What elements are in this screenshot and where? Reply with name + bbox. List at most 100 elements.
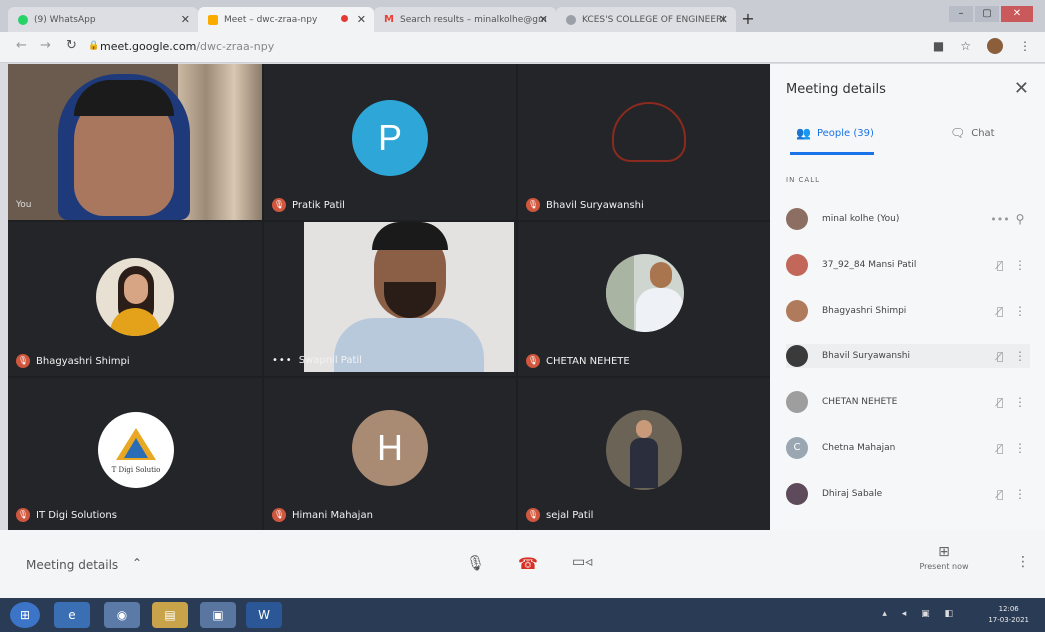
participant-name: 🎙 CHETAN NEHETE: [526, 354, 630, 368]
chevron-up-icon[interactable]: ⌃: [132, 556, 142, 570]
more-options-icon[interactable]: •••: [990, 213, 1010, 226]
photo-background: [606, 254, 634, 332]
tab-chat[interactable]: 🗨 Chat: [950, 126, 995, 140]
tile-himani-mahajan[interactable]: H 🎙 Himani Mahajan: [264, 378, 516, 530]
close-window-button[interactable]: ✕: [1001, 6, 1033, 22]
close-tab-icon[interactable]: ✕: [539, 13, 548, 26]
start-button[interactable]: ⊞: [10, 602, 40, 628]
participant-row[interactable]: Bhavil Suryawanshi 🎙̸ ⋮: [786, 344, 1030, 368]
company-logo: T Digi Solutio: [98, 412, 174, 488]
tab-college[interactable]: KCES'S COLLEGE OF ENGINEERI ✕: [556, 7, 736, 32]
more-options-icon[interactable]: •••: [272, 355, 293, 366]
forward-icon[interactable]: →: [40, 38, 51, 53]
participant-avatar: [786, 300, 808, 322]
participant-name: 🎙 IT Digi Solutions: [16, 508, 117, 522]
logo-inner-triangle: [124, 438, 148, 458]
mic-off-icon: 🎙̸: [996, 258, 1004, 272]
tile-it-digi-solutions[interactable]: T Digi Solutio 🎙 IT Digi Solutions: [8, 378, 262, 530]
meeting-details-button[interactable]: Meeting details: [26, 558, 118, 572]
mic-off-icon: 🎙̸: [996, 441, 1004, 455]
more-vert-icon[interactable]: ⋮: [1010, 349, 1030, 363]
pin-icon[interactable]: ⚲: [1010, 212, 1030, 226]
maximize-button[interactable]: ▢: [975, 6, 999, 22]
participant-row[interactable]: CHETAN NEHETE 🎙̸ ⋮: [786, 390, 1030, 414]
participant-row-name: Bhavil Suryawanshi: [822, 351, 911, 361]
chrome-icon[interactable]: ◉: [104, 602, 140, 628]
mic-off-icon: 🎙̸: [996, 304, 1004, 318]
tile-chetan-nehete[interactable]: 🎙 CHETAN NEHETE: [518, 222, 770, 376]
speaker-hair: [372, 222, 448, 250]
tab-title: KCES'S COLLEGE OF ENGINEERI: [582, 14, 725, 25]
meeting-control-bar: Meeting details ⌃ 🎙 ☎ ▭◃ ⊞ Present now ⋮: [0, 530, 1045, 598]
participant-row-name: Chetna Mahajan: [822, 443, 896, 453]
file-explorer-icon[interactable]: ▤: [152, 602, 188, 628]
tab-chat-label: Chat: [971, 127, 995, 139]
present-now-button[interactable]: ⊞ Present now: [914, 544, 974, 571]
participant-name-text: IT Digi Solutions: [36, 509, 117, 521]
participant-row[interactable]: C Chetna Mahajan 🎙̸ ⋮: [786, 436, 1030, 460]
url-path: /dwc-zraa-npy: [196, 40, 275, 53]
camera-icon[interactable]: ▭◃: [572, 554, 592, 570]
reload-icon[interactable]: ↻: [66, 38, 77, 53]
more-vert-icon[interactable]: ⋮: [1016, 554, 1030, 570]
camera-indicator-icon[interactable]: ■: [933, 39, 944, 53]
photo-face: [124, 274, 148, 304]
close-icon[interactable]: ✕: [1014, 78, 1029, 99]
photo-shirt: [636, 288, 684, 332]
tab-meet[interactable]: Meet – dwc-zraa-npy ✕: [198, 7, 374, 32]
self-label: You: [16, 200, 32, 210]
hang-up-icon[interactable]: ☎: [518, 554, 538, 573]
profile-avatar[interactable]: [987, 38, 1003, 54]
tile-sejal-patil[interactable]: 🎙 sejal Patil: [518, 378, 770, 530]
star-icon[interactable]: ☆: [960, 39, 971, 53]
folder-icon[interactable]: ▣: [200, 602, 236, 628]
tile-self[interactable]: You: [8, 64, 262, 220]
participant-row[interactable]: 37_92_84 Mansi Patil 🎙̸ ⋮: [786, 253, 1030, 277]
url-field[interactable]: meet.google.com/dwc-zraa-npy: [100, 40, 274, 53]
participant-avatar: C: [786, 437, 808, 459]
tab-people[interactable]: 👥 People (39): [796, 126, 874, 140]
participant-row[interactable]: minal kolhe (You) ••• ⚲: [786, 207, 1030, 231]
tab-title: Search results – minalkolhe@gm: [400, 14, 547, 25]
participant-name: 🎙 Pratik Patil: [272, 198, 345, 212]
tile-pratik-patil[interactable]: P 🎙 Pratik Patil: [264, 64, 516, 220]
more-vert-icon[interactable]: ⋮: [1010, 395, 1030, 409]
new-tab-button[interactable]: +: [738, 10, 758, 30]
taskbar-clock[interactable]: 12:06 17-03-2021: [988, 604, 1029, 626]
participant-avatar: [786, 483, 808, 505]
system-tray[interactable]: ▴ ◂ ▣ ◧: [882, 609, 959, 619]
more-vert-icon[interactable]: ⋮: [1010, 487, 1030, 501]
participant-row[interactable]: Bhagyashri Shimpi 🎙̸ ⋮: [786, 299, 1030, 323]
participant-name: 🎙 Bhagyashri Shimpi: [16, 354, 130, 368]
tile-bhavil-suryawanshi[interactable]: 🎙 Bhavil Suryawanshi: [518, 64, 770, 220]
tile-bhagyashri-shimpi[interactable]: 🎙 Bhagyashri Shimpi: [8, 222, 262, 376]
tab-people-label: People (39): [816, 127, 874, 139]
avatar-photo: [606, 410, 682, 490]
participant-name-text: Pratik Patil: [292, 199, 345, 211]
browser-menu-icon[interactable]: ⋮: [1019, 39, 1031, 53]
microphone-icon[interactable]: 🎙: [466, 554, 485, 572]
more-vert-icon[interactable]: ⋮: [1010, 441, 1030, 455]
internet-explorer-icon[interactable]: e: [54, 602, 90, 628]
participant-name-text: Bhavil Suryawanshi: [546, 199, 644, 211]
more-vert-icon[interactable]: ⋮: [1010, 304, 1030, 318]
participant-name-text: Himani Mahajan: [292, 509, 373, 521]
close-tab-icon[interactable]: ✕: [357, 13, 366, 26]
more-vert-icon[interactable]: ⋮: [1010, 258, 1030, 272]
participant-row-name: minal kolhe (You): [822, 214, 900, 224]
os-taskbar: ⊞ e ◉ ▤ ▣ W ▴ ◂ ▣ ◧ 12:06 17-03-2021: [0, 598, 1045, 632]
participant-row-name: Bhagyashri Shimpi: [822, 306, 907, 316]
tab-gmail[interactable]: M Search results – minalkolhe@gm ✕: [374, 7, 556, 32]
browser-tab-strip: (9) WhatsApp ✕ Meet – dwc-zraa-npy ✕ M S…: [0, 0, 1045, 32]
mic-off-icon: 🎙: [16, 508, 30, 522]
minimize-button[interactable]: –: [949, 6, 973, 22]
mic-off-icon: 🎙̸: [996, 349, 1004, 363]
tab-whatsapp[interactable]: (9) WhatsApp ✕: [8, 7, 198, 32]
tile-swapnil-patil[interactable]: ••• Swapnil Patil: [264, 222, 516, 376]
word-icon[interactable]: W: [246, 602, 282, 628]
participant-name: ••• Swapnil Patil: [272, 355, 362, 366]
close-tab-icon[interactable]: ✕: [181, 13, 190, 26]
back-icon[interactable]: ←: [16, 38, 27, 53]
close-tab-icon[interactable]: ✕: [719, 13, 728, 26]
participant-row[interactable]: Dhiraj Sabale 🎙̸ ⋮: [786, 482, 1030, 506]
